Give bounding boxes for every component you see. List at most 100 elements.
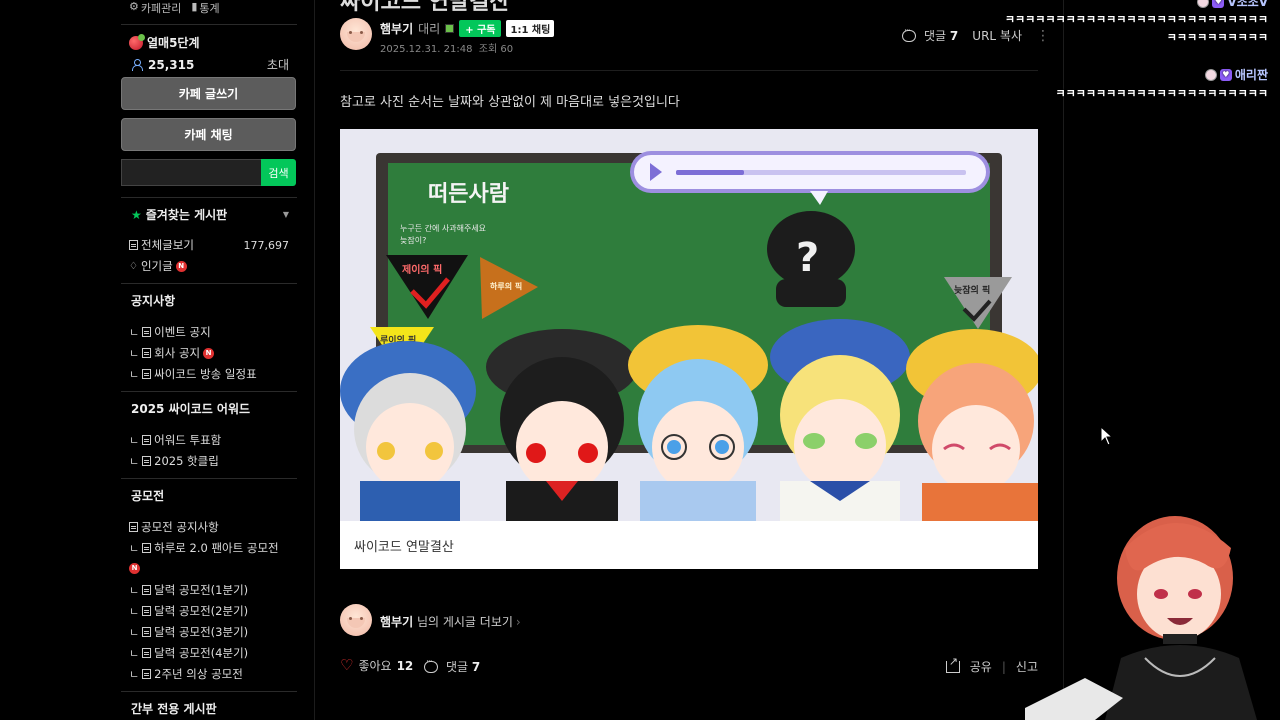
sub-indent-icon: ㄴ xyxy=(129,368,140,381)
members-icon xyxy=(131,59,143,71)
sidebar-item-schedule[interactable]: ㄴ 싸이코드 방송 일정표 xyxy=(129,366,289,382)
share-button[interactable]: 공유 xyxy=(970,658,992,675)
divider xyxy=(340,70,1038,71)
chat-username: ♥ V조조V xyxy=(1197,0,1268,10)
subscribe-button[interactable]: + 구독 xyxy=(459,20,502,37)
sub-indent-icon: ㄴ xyxy=(129,626,140,639)
emote-icon xyxy=(1204,68,1217,81)
cafe-manage-link[interactable]: ⚙ 카페관리 xyxy=(129,0,181,16)
svg-text:누구든 간에 사과해주세요: 누구든 간에 사과해주세요 xyxy=(400,223,486,233)
sub-indent-icon: ㄴ xyxy=(129,584,140,597)
character-5 xyxy=(906,329,1038,521)
board-icon xyxy=(142,585,152,595)
sidebar-item-company-notice[interactable]: ㄴ 회사 공지 N xyxy=(129,345,289,361)
author-avatar[interactable] xyxy=(340,18,372,50)
comment-icon xyxy=(902,26,916,42)
sub-indent-icon: ㄴ xyxy=(129,647,140,660)
member-row: 25,315 초대 xyxy=(131,56,289,73)
sidebar-item-fanart-new: N xyxy=(129,563,289,574)
cafe-level-label: 열매5단계 xyxy=(147,36,200,50)
content-divider xyxy=(314,0,315,720)
character-3 xyxy=(628,325,768,521)
like-button[interactable]: ♡ 좋아요 12 xyxy=(340,657,413,674)
star-icon: ★ xyxy=(131,208,142,222)
author-info: 햄부기 대리 + 구독 1:1 채팅 xyxy=(380,20,555,37)
board-icon xyxy=(129,522,138,532)
gear-icon: ⚙ xyxy=(129,0,139,13)
board-title: 떠든사람 xyxy=(428,182,509,207)
sidebar-item-event-notice[interactable]: ㄴ 이벤트 공지 xyxy=(129,324,289,340)
like-count: 12 xyxy=(396,658,414,673)
board-icon xyxy=(142,348,152,358)
bar-chart-icon: ▮ xyxy=(191,0,198,13)
search-input[interactable] xyxy=(121,159,261,186)
section-title-award: 2025 싸이코드 어워드 xyxy=(131,402,251,416)
svg-text:?: ? xyxy=(796,235,819,281)
chevron-down-icon: ▼ xyxy=(282,210,289,219)
comment-button[interactable]: 댓글 7 xyxy=(424,657,480,675)
board-icon xyxy=(142,669,152,679)
heart-badge-icon: ♥ xyxy=(1219,68,1232,81)
sub-indent-icon: ㄴ xyxy=(129,326,140,339)
section-title-contest: 공모전 xyxy=(131,489,165,503)
emote-icon xyxy=(1197,0,1210,8)
cafe-sidebar: ⚙ 카페관리 ▮ 통계 열매5단계 25,315 초대 카페 글쓰기 카페 채팅 검… xyxy=(121,0,297,720)
new-badge: N xyxy=(129,563,140,574)
sidebar-item-popular[interactable]: ♢ 인기글 N xyxy=(129,258,289,274)
heart-badge-icon: ♥ xyxy=(1212,0,1225,8)
board-icon xyxy=(142,606,152,616)
comment-count-link[interactable]: 댓글 7 xyxy=(902,26,958,44)
author-grade: 대리 xyxy=(418,22,441,36)
sub-indent-icon: ㄴ xyxy=(129,668,140,681)
chat-username: ♥ 애리짠 xyxy=(1204,66,1268,83)
sidebar-item-calendar-q4[interactable]: ㄴ 달력 공모전(4분기) xyxy=(129,645,289,661)
character-2 xyxy=(486,329,638,521)
post-image[interactable]: 떠든사람 누구든 간에 사과해주세요 늦잠이? ? 제이의 픽 하루의 픽 루이… xyxy=(340,129,1038,521)
flame-icon: ♢ xyxy=(129,260,138,272)
grade-icon xyxy=(445,24,455,33)
post-body-text: 참고로 사진 순서는 날짜와 상관없이 제 마음대로 넣은것입니다 xyxy=(340,95,680,110)
image-caption-box: 싸이코드 연말결산 xyxy=(340,521,1038,569)
cafe-level: 열매5단계 xyxy=(129,33,200,51)
sidebar-item-all-posts[interactable]: 전체글보기 177,697 xyxy=(129,237,289,253)
sidebar-item-costume-contest[interactable]: ㄴ 2주년 의상 공모전 xyxy=(129,666,289,682)
sidebar-item-calendar-q2[interactable]: ㄴ 달력 공모전(2분기) xyxy=(129,603,289,619)
favorites-header[interactable]: ★ 즐겨찾는 게시판 ▼ xyxy=(131,206,289,223)
author-avatar[interactable] xyxy=(340,604,372,636)
chevron-right-icon: › xyxy=(515,615,521,629)
board-icon xyxy=(129,240,138,250)
board-icon xyxy=(142,543,152,553)
board-icon xyxy=(142,369,152,379)
sidebar-item-hot-clips[interactable]: ㄴ 2025 핫클립 xyxy=(129,453,289,469)
post-meta: 2025.12.31. 21:48 조회 60 xyxy=(380,40,513,55)
sidebar-item-fanart-contest[interactable]: ㄴ 하루로 2.0 팬아트 공모전 xyxy=(129,540,289,556)
sidebar-item-contest-notice[interactable]: 공모전 공지사항 xyxy=(129,519,289,535)
sub-indent-icon: ㄴ xyxy=(129,434,140,447)
post-views: 조회 60 xyxy=(478,44,514,55)
write-post-button[interactable]: 카페 글쓰기 xyxy=(121,77,296,110)
cafe-chat-button[interactable]: 카페 채팅 xyxy=(121,118,296,151)
stats-link[interactable]: ▮ 통계 xyxy=(191,0,219,16)
share-icon xyxy=(945,655,960,673)
sidebar-top-links: ⚙ 카페관리 ▮ 통계 xyxy=(129,0,220,16)
search-button[interactable]: 검색 xyxy=(261,159,296,186)
character-4 xyxy=(770,319,910,521)
sidebar-item-calendar-q3[interactable]: ㄴ 달력 공모전(3분기) xyxy=(129,624,289,640)
character-1 xyxy=(340,341,476,521)
member-count[interactable]: 25,315 xyxy=(148,58,194,72)
svg-text:제이의 픽: 제이의 픽 xyxy=(402,263,442,276)
board-icon xyxy=(142,327,152,337)
more-posts-link[interactable]: 햄부기 님의 게시글 더보기 › xyxy=(380,613,521,630)
sidebar-item-calendar-q1[interactable]: ㄴ 달력 공모전(1분기) xyxy=(129,582,289,598)
sub-indent-icon: ㄴ xyxy=(129,455,140,468)
divider xyxy=(121,478,297,479)
divider xyxy=(121,283,297,284)
chat-message: ㅋㅋㅋㅋㅋㅋㅋㅋㅋㅋㅋㅋㅋㅋㅋㅋㅋㅋㅋㅋㅋㅋㅋㅋㅋㅋ ㅋㅋㅋㅋㅋㅋㅋㅋㅋㅋ xyxy=(1004,13,1268,44)
invite-link[interactable]: 초대 xyxy=(267,56,289,73)
one-to-one-chat-button[interactable]: 1:1 채팅 xyxy=(506,20,555,37)
author-name[interactable]: 햄부기 xyxy=(380,20,413,37)
sidebar-item-award-vote[interactable]: ㄴ 어워드 투표함 xyxy=(129,432,289,448)
svg-text:하루의 픽: 하루의 픽 xyxy=(490,281,522,291)
author-more-posts[interactable]: 햄부기 님의 게시글 더보기 › xyxy=(340,604,521,636)
divider xyxy=(121,197,297,198)
